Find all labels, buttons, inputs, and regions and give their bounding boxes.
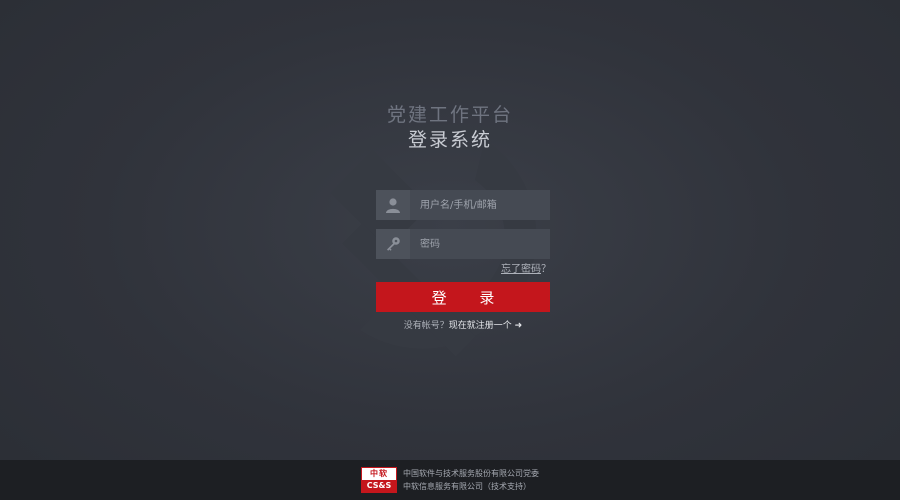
- forgot-password-link[interactable]: 忘了密码: [501, 264, 541, 275]
- register-prompt: 没有帐号？: [403, 321, 449, 331]
- platform-subtitle: 党建工作平台: [386, 104, 513, 126]
- footer-text: 中国软件与技术服务股份有限公司党委 中软信息服务有限公司（技术支持）: [403, 467, 539, 493]
- footer-line-1: 中国软件与技术服务股份有限公司党委: [403, 469, 539, 478]
- password-input[interactable]: [410, 229, 550, 259]
- css-logo: 中软 CS&S: [361, 467, 397, 493]
- password-field: [376, 229, 550, 259]
- footer: 中软 CS&S 中国软件与技术服务股份有限公司党委 中软信息服务有限公司（技术支…: [0, 460, 900, 500]
- footer-line-2: 中软信息服务有限公司（技术支持）: [403, 482, 531, 491]
- username-input[interactable]: [410, 190, 550, 220]
- username-field: [376, 190, 550, 220]
- user-icon: [376, 190, 410, 220]
- key-icon: [376, 229, 410, 259]
- register-link[interactable]: 现在就注册一个 ➜: [449, 321, 522, 331]
- logo-bottom-text: CS&S: [362, 480, 396, 492]
- register-row: 没有帐号？现在就注册一个 ➜: [376, 318, 550, 331]
- forgot-suffix: ？: [541, 264, 551, 275]
- forgot-password-row: 忘了密码？: [376, 260, 551, 275]
- login-button[interactable]: 登 录: [376, 282, 550, 312]
- title-block: 党建工作平台 登录系统: [0, 102, 900, 152]
- page-title: 登录系统: [407, 129, 492, 151]
- logo-top-text: 中软: [362, 468, 396, 480]
